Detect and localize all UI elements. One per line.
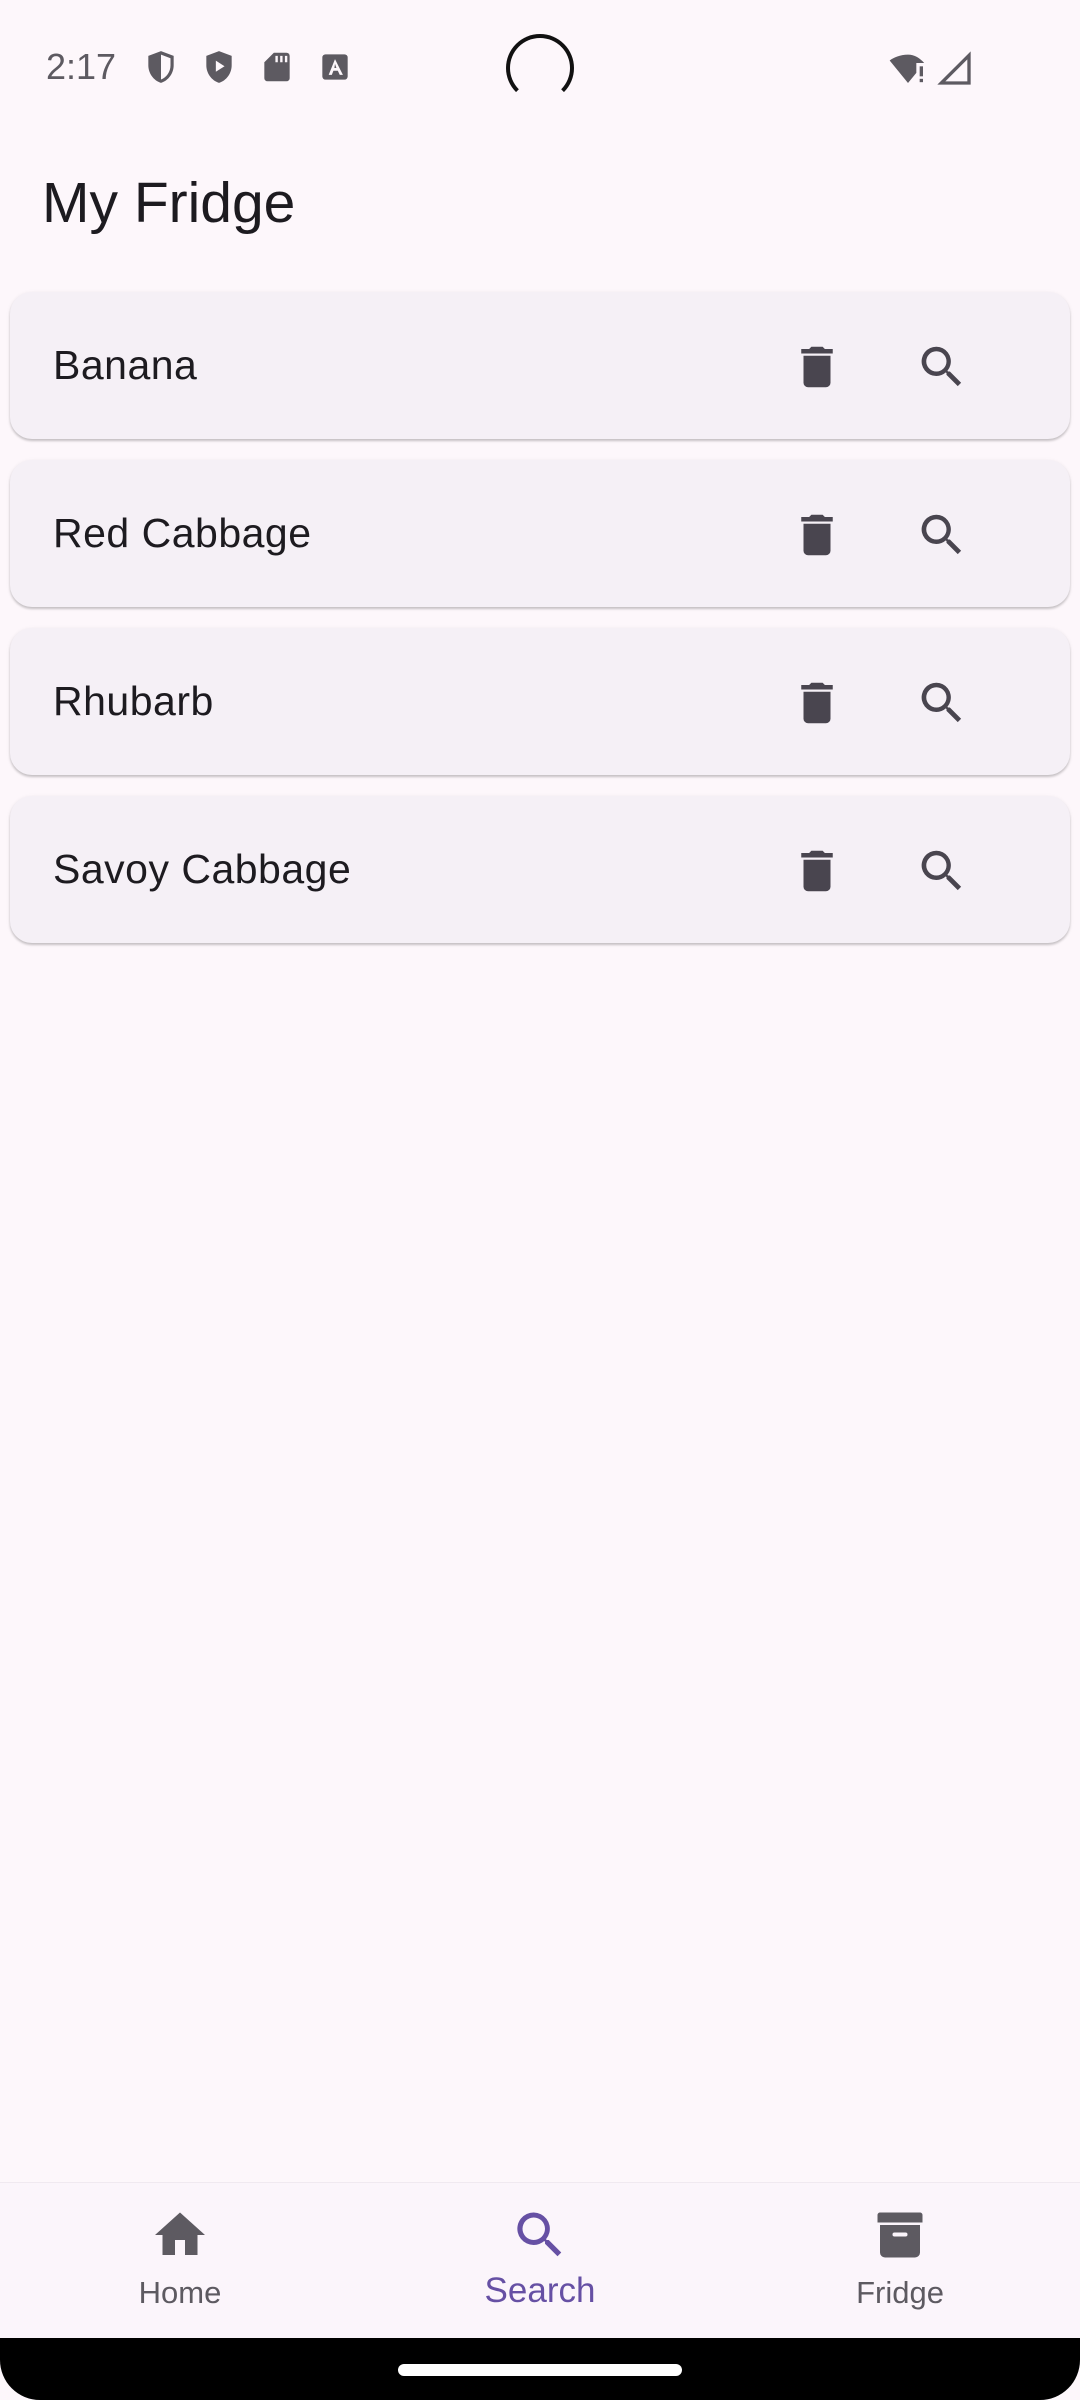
screen: 2:17 My Fridge Banana Red Cabbage Rhubar…	[0, 0, 1080, 2400]
item-label: Savoy Cabbage	[53, 846, 352, 892]
delete-button[interactable]	[782, 668, 852, 738]
search-button[interactable]	[907, 500, 977, 570]
archive-box-icon	[870, 2205, 930, 2265]
gesture-navigation-area	[0, 2338, 1080, 2400]
trash-icon	[790, 844, 844, 898]
nav-label-search: Search	[484, 2271, 596, 2310]
page-title: My Fridge	[42, 171, 296, 235]
item-label: Rhubarb	[53, 678, 214, 724]
search-icon	[915, 844, 969, 898]
fridge-item-list: Banana Red Cabbage Rhubarb Savoy Cabbage	[10, 292, 1070, 964]
nav-item-home[interactable]: Home	[80, 2205, 280, 2325]
search-icon	[510, 2205, 570, 2265]
search-icon	[915, 676, 969, 730]
trash-icon	[790, 508, 844, 562]
wifi-alert-icon	[888, 48, 928, 88]
search-button[interactable]	[907, 836, 977, 906]
bottom-navigation: Home Search Fridge	[0, 2182, 1080, 2338]
cell-signal-icon	[934, 48, 974, 88]
status-bar: 2:17	[0, 0, 1080, 130]
shield-play-icon	[200, 48, 238, 86]
delete-button[interactable]	[782, 500, 852, 570]
trash-icon	[790, 676, 844, 730]
home-icon	[150, 2205, 210, 2265]
search-icon	[915, 508, 969, 562]
list-item[interactable]: Banana	[10, 292, 1070, 439]
status-icons-right	[888, 48, 974, 88]
nav-item-fridge[interactable]: Fridge	[800, 2205, 1000, 2325]
gesture-handle[interactable]	[398, 2364, 682, 2376]
status-icons-left	[142, 48, 354, 86]
delete-button[interactable]	[782, 836, 852, 906]
font-a-icon	[316, 48, 354, 86]
sd-card-icon	[258, 48, 296, 86]
delete-button[interactable]	[782, 332, 852, 402]
nav-label-fridge: Fridge	[856, 2275, 944, 2310]
status-time: 2:17	[46, 46, 117, 87]
search-button[interactable]	[907, 668, 977, 738]
shield-outline-icon	[142, 48, 180, 86]
list-item[interactable]: Red Cabbage	[10, 460, 1070, 607]
nav-item-search[interactable]: Search	[440, 2205, 640, 2325]
list-item[interactable]: Rhubarb	[10, 628, 1070, 775]
search-icon	[915, 340, 969, 394]
trash-icon	[790, 340, 844, 394]
item-label: Red Cabbage	[53, 510, 312, 556]
list-item[interactable]: Savoy Cabbage	[10, 796, 1070, 943]
search-button[interactable]	[907, 332, 977, 402]
camera-cutout	[506, 34, 574, 102]
item-label: Banana	[53, 342, 198, 388]
nav-label-home: Home	[138, 2275, 222, 2310]
